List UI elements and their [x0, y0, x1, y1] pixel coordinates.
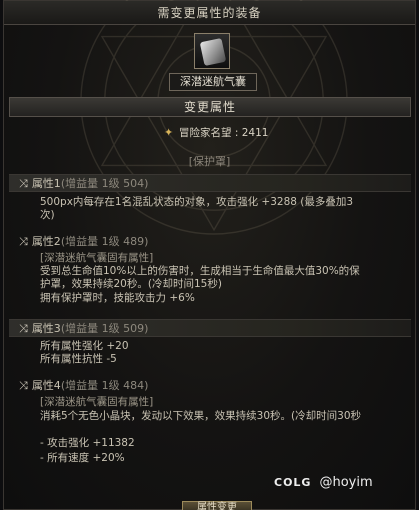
- attribute-2-name: 属性2: [31, 235, 61, 248]
- attribute-3-name: 属性3: [31, 322, 61, 335]
- equipment-slot[interactable]: [194, 33, 230, 69]
- air-bag-item-icon: [199, 37, 227, 67]
- attribute-4-line: [深潜迷航气囊固有属性]: [40, 396, 154, 408]
- shuffle-icon: ⤨: [19, 235, 28, 248]
- attribute-4-line: - 攻击强化 +11382: [40, 437, 135, 449]
- attribute-2-line: 护罩，效果持续20秒。(冷却时间15秒): [40, 278, 222, 290]
- attribute-4-gain: (增益量 1级 484): [60, 379, 149, 392]
- attribute-1-line: 次): [40, 209, 55, 221]
- change-attribute-button[interactable]: 属性变更: [182, 501, 252, 510]
- section-header: 变更属性: [9, 97, 411, 117]
- attribute-2-gain: (增益量 1级 489): [60, 235, 149, 248]
- attribute-3-line: 所有属性强化 +20: [40, 340, 129, 352]
- attribute-2-header[interactable]: ⤨ 属性2(增益量 1级 489): [9, 233, 411, 251]
- shuffle-icon: ⤨: [19, 177, 28, 190]
- attribute-1-gain: (增益量 1级 504): [60, 177, 149, 190]
- watermark-brand: COLG: [274, 476, 312, 489]
- attribute-3-line: 所有属性抗性 -5: [40, 353, 117, 365]
- attribute-1-header[interactable]: ⤨ 属性1(增益量 1级 504): [9, 174, 411, 192]
- window-title: 需变更属性的装备: [4, 1, 415, 25]
- fame-label: 冒险家名望 : 2411: [179, 127, 269, 139]
- watermark-handle: @hoyim: [319, 475, 373, 490]
- attribute-4-header[interactable]: ⤨ 属性4(增益量 1级 484): [9, 377, 411, 395]
- fame-row: ✦ 冒险家名望 : 2411: [164, 125, 268, 141]
- attribute-2-line: 拥有保护罩时，技能攻击力 +6%: [40, 292, 195, 304]
- attribute-3-header[interactable]: ⤨ 属性3(增益量 1级 509): [9, 319, 411, 337]
- protect-title: [保护罩]: [188, 155, 231, 168]
- shuffle-icon: ⤨: [19, 379, 28, 392]
- equipment-panel: 需变更属性的装备 深潜迷航气囊 变更属性 ✦ 冒险家名望 : 2411 [保护罩]…: [3, 0, 416, 510]
- attribute-2-line: [深潜迷航气囊固有属性]: [40, 252, 154, 264]
- attribute-3-gain: (增益量 1级 509): [60, 322, 149, 335]
- attribute-1-line: 500px内每存在1名混乱状态的对象，攻击强化 +3288 (最多叠加3: [40, 196, 354, 208]
- watermark: COLG @hoyim: [274, 473, 373, 493]
- attribute-1-name: 属性1: [31, 177, 61, 190]
- shuffle-icon: ⤨: [19, 322, 28, 335]
- item-name: 深潜迷航气囊: [169, 73, 257, 91]
- attribute-4-line: - 所有速度 +20%: [40, 452, 125, 464]
- attribute-2-line: 受到总生命值10%以上的伤害时，生成相当于生命值最大值30%的保: [40, 265, 360, 277]
- attribute-4-name: 属性4: [31, 379, 61, 392]
- attribute-4-line: 消耗5个无色小晶块，发动以下效果，效果持续30秒。(冷却时间30秒: [40, 410, 361, 422]
- fame-star-icon: ✦: [164, 126, 174, 139]
